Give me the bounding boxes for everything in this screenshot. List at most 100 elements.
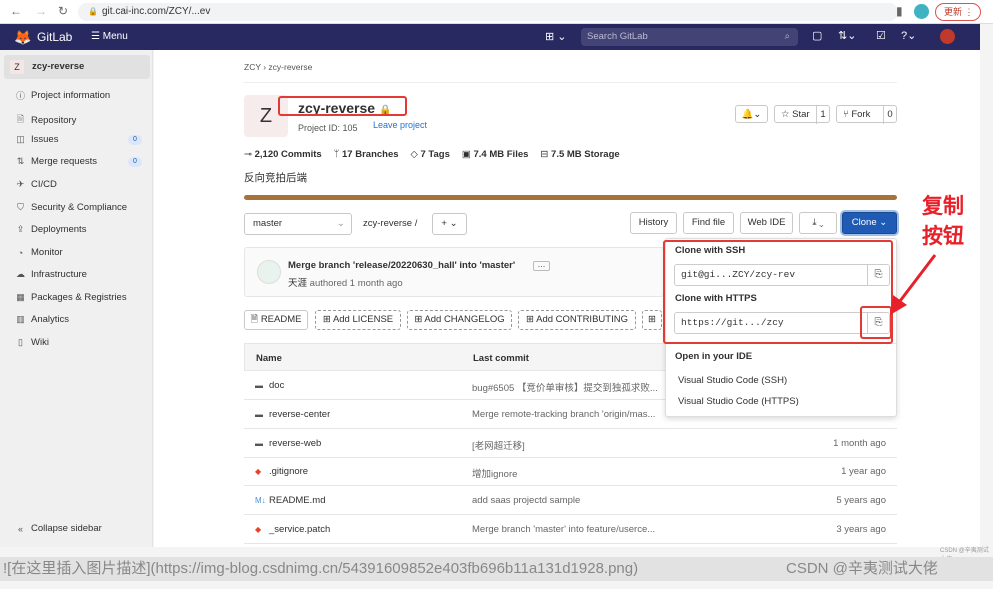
sidebar-item[interactable]: 🗎 Repository (16, 112, 77, 128)
sidebar-item[interactable]: ▦ Packages & Registries (16, 292, 126, 303)
count-badge: 0 (128, 157, 142, 167)
user-avatar[interactable] (940, 29, 955, 44)
notification-button[interactable]: 🔔⌄ (735, 105, 768, 123)
sidebar-item[interactable]: ✈ CI/CD (16, 179, 57, 190)
issues-icon[interactable]: ☑ (876, 29, 886, 42)
vscode-https-option[interactable]: Visual Studio Code (HTTPS) (678, 396, 799, 407)
add-changelog-button[interactable]: ⊞ Add CHANGELOG (407, 310, 512, 330)
sidebar-item[interactable]: ⓘ Project information (16, 89, 110, 102)
commit-date: 3 years ago (836, 524, 886, 535)
file-name[interactable]: doc (269, 380, 284, 391)
leave-project-link[interactable]: Leave project (373, 120, 427, 130)
table-row[interactable]: M↓ README.md add saas projectd sample 5 yea… (244, 486, 897, 516)
commit-link[interactable]: Merge remote-tracking branch 'origin/mas… (472, 409, 655, 420)
star-button[interactable]: ☆ Star 1 (774, 105, 830, 124)
menu-button[interactable]: ☰ Menu (91, 31, 128, 42)
url-bar[interactable]: 🔒 git.cai-inc.com/ZCY/...ev (78, 3, 898, 21)
commit-expand-button[interactable]: … (533, 261, 550, 271)
branch-select[interactable]: master ⌄ (244, 213, 352, 235)
project-stats: ⊸ 2,120 Commits ᛘ 17 Branches ◇ 7 Tags ▣… (244, 149, 620, 160)
profile-avatar[interactable] (914, 4, 929, 19)
lock-icon: 🔒 (88, 7, 98, 16)
gitlab-logo-icon[interactable]: 🦊 (14, 29, 31, 46)
todo-icon[interactable]: ▢ (812, 29, 822, 42)
fork-button[interactable]: ⑂ Fork 0 (836, 105, 897, 124)
rocket-icon: ✈ (16, 179, 25, 189)
search-input[interactable]: Search GitLab ⌕ (581, 28, 798, 46)
collapse-icon: « (17, 523, 23, 534)
sidebar-item[interactable]: ◔ Monitor (16, 247, 63, 258)
commit-link[interactable]: add saas projectd sample (472, 495, 580, 506)
gitlab-navbar: 🦊 GitLab ☰ Menu ⊞ ⌄ (0, 24, 980, 50)
sidebar-item[interactable]: ⇅ Merge requests (16, 156, 97, 167)
package-icon: ▦ (16, 292, 25, 302)
vscode-ssh-option[interactable]: Visual Studio Code (SSH) (678, 375, 787, 386)
issues-icon: ◫ (16, 134, 25, 144)
forward-icon[interactable]: → (35, 4, 47, 18)
back-icon[interactable]: ← (10, 4, 22, 18)
tags-link[interactable]: ◇ 7 Tags (411, 149, 450, 160)
markdown-icon: M↓ (255, 496, 266, 506)
sidebar-item[interactable]: ▥ Analytics (16, 314, 69, 325)
sidebar: Z zcy-reverse ⓘ Project information 🗎 Repos… (0, 50, 153, 547)
help-icon[interactable]: ?⌄ (901, 29, 916, 42)
sidebar-item[interactable]: ▯ Wiki (16, 337, 49, 348)
sidebar-toggle-icon[interactable]: ▮ (896, 4, 903, 18)
commit-link[interactable]: 增加ignore (472, 466, 517, 480)
file-name[interactable]: reverse-web (269, 438, 321, 449)
book-icon: ▯ (18, 337, 23, 347)
file-name[interactable]: .gitignore (269, 466, 308, 477)
find-file-button[interactable]: Find file (683, 212, 734, 234)
clone-button[interactable]: Clone ⌄ (842, 212, 897, 234)
readme-button[interactable]: 🗎 README (244, 310, 308, 330)
breadcrumb: ZCY › zcy-reverse (244, 62, 313, 72)
file-name[interactable]: reverse-center (269, 409, 330, 420)
table-row[interactable]: ▬ reverse-web [老网超迁移] 1 month ago (244, 429, 897, 458)
sidebar-item[interactable]: ☁ Infrastructure (16, 269, 87, 280)
merge-icon: ⇅ (16, 156, 25, 166)
csdn-footer: ![在这里插入图片描述](https://img-blog.csdnimg.cn… (0, 557, 993, 581)
collapse-sidebar-button[interactable]: «Collapse sidebar (16, 523, 102, 534)
deploy-icon: ⇪ (16, 224, 25, 234)
annotation-box (663, 240, 893, 344)
git-file-icon: ◆ (255, 525, 262, 534)
download-button[interactable]: ⤓ ⌄ (799, 212, 837, 234)
add-contributing-button[interactable]: ⊞ Add CONTRIBUTING (518, 310, 636, 330)
file-name[interactable]: _service.patch (269, 524, 330, 535)
annotation-text: 复制 按钮 (922, 195, 964, 248)
merge-requests-icon[interactable]: ⇅⌄ (838, 29, 856, 42)
add-file-button[interactable]: + ⌄ (432, 213, 467, 235)
project-description: 反向竞拍后端 (244, 172, 307, 184)
sidebar-item[interactable]: ◫ Issues (16, 134, 58, 145)
sidebar-item[interactable]: ⇪ Deployments (16, 224, 87, 235)
files-link[interactable]: ▣ 7.4 MB Files (462, 149, 529, 160)
table-row[interactable]: ◆ .gitignore 增加ignore 1 year ago (244, 457, 897, 487)
more-doc-button[interactable]: ⊞ (642, 310, 662, 330)
commit-meta: 天涯 authored 1 month ago (288, 278, 403, 289)
sidebar-project-header[interactable]: Z zcy-reverse (4, 55, 150, 79)
git-file-icon: ◆ (255, 467, 262, 477)
commit-link[interactable]: [老网超迁移] (472, 438, 525, 452)
file-name[interactable]: README.md (269, 495, 325, 506)
storage-link[interactable]: ⊟ 7.5 MB Storage (540, 149, 619, 160)
annotation-arrow (890, 254, 937, 315)
reload-icon[interactable]: ↻ (58, 4, 68, 18)
web-ide-button[interactable]: Web IDE (740, 212, 793, 234)
csdn-watermark: CSDN @辛夷测试大佬 (786, 560, 938, 577)
url-text: git.cai-inc.com/ZCY/...ev (102, 6, 211, 17)
commit-link[interactable]: bug#6505 【竞价单审核】提交到独孤求败... (472, 380, 658, 394)
ide-label: Open in your IDE (675, 351, 753, 362)
commits-link[interactable]: ⊸ 2,120 Commits (244, 149, 322, 160)
commit-message[interactable]: Merge branch 'release/20220630_hall' int… (288, 260, 515, 271)
gitlab-brand[interactable]: GitLab (37, 30, 72, 44)
commit-author-avatar (257, 260, 281, 284)
branches-link[interactable]: ᛘ 17 Branches (334, 149, 399, 160)
folder-icon: ▬ (255, 438, 263, 448)
sidebar-item[interactable]: ⛉ Security & Compliance (16, 202, 127, 213)
add-license-button[interactable]: ⊞ Add LICENSE (315, 310, 401, 330)
history-button[interactable]: History (630, 212, 677, 234)
update-button[interactable]: 更新 ⋮ (935, 3, 981, 21)
table-row[interactable]: ◆ _service.patch Merge branch 'master' int… (244, 515, 897, 544)
new-item-icon[interactable]: ⊞ ⌄ (545, 30, 567, 43)
commit-link[interactable]: Merge branch 'master' into feature/userc… (472, 524, 655, 535)
